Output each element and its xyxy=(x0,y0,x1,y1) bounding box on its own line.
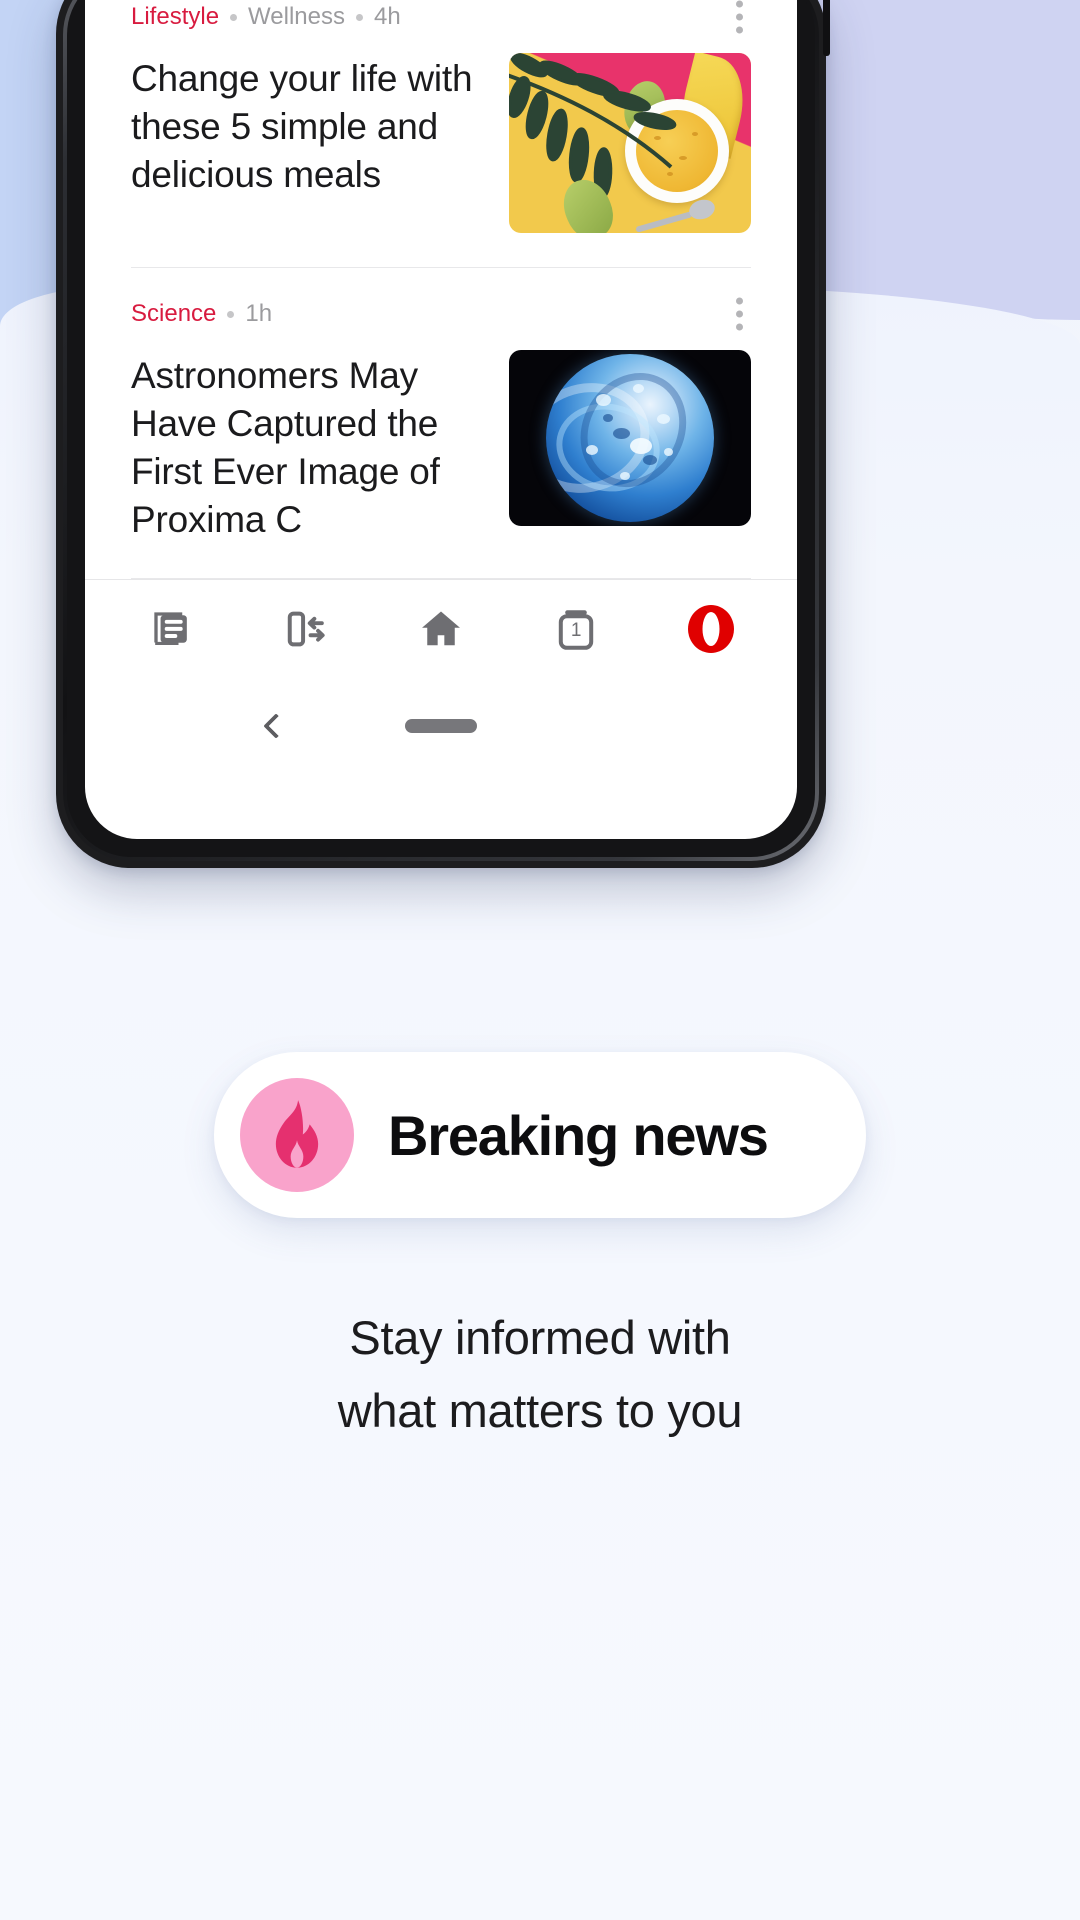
nav-item-news[interactable] xyxy=(103,604,238,654)
nav-item-home[interactable] xyxy=(373,604,508,654)
breaking-news-badge[interactable]: Breaking news xyxy=(214,1052,866,1218)
opera-logo-icon xyxy=(688,605,734,653)
flow-sync-icon xyxy=(281,604,331,654)
kebab-menu-icon[interactable] xyxy=(728,0,751,38)
article-card[interactable]: Science 1h Astronomers May Have Captured… xyxy=(131,268,751,579)
nav-item-tabs[interactable]: 1 xyxy=(509,605,644,653)
flame-icon xyxy=(262,1098,332,1172)
meta-separator-dot xyxy=(227,311,234,318)
planet-bubble xyxy=(613,428,630,439)
planet-bubble xyxy=(664,448,673,456)
news-feed: Lifestyle Wellness 4h Change your life w… xyxy=(85,0,797,579)
palm-frond-icon xyxy=(509,53,683,199)
article-meta: Science 1h xyxy=(131,302,751,326)
meta-separator-dot xyxy=(356,14,363,21)
phone-side-button xyxy=(823,0,830,56)
promo-tagline: Stay informed with what matters to you xyxy=(0,1302,1080,1448)
tagline-line-2: what matters to you xyxy=(0,1375,1080,1448)
planet-bubble xyxy=(630,438,652,454)
chevron-left-icon[interactable] xyxy=(263,714,288,739)
article-thumbnail-food[interactable] xyxy=(509,53,751,233)
article-title[interactable]: Astronomers May Have Captured the First … xyxy=(131,350,479,544)
nav-item-flow[interactable] xyxy=(238,604,373,654)
kebab-menu-icon[interactable] xyxy=(728,294,751,335)
planet-shape xyxy=(546,354,714,522)
android-gesture-bar xyxy=(85,678,797,774)
article-time: 1h xyxy=(245,302,272,326)
article-thumbnail-space[interactable] xyxy=(509,350,751,526)
article-card[interactable]: Lifestyle Wellness 4h Change your life w… xyxy=(131,0,751,268)
news-feed-icon xyxy=(146,604,196,654)
tabs-icon-wrapper: 1 xyxy=(552,605,600,653)
home-gesture-pill[interactable] xyxy=(405,719,477,733)
nav-item-opera-menu[interactable] xyxy=(644,605,779,653)
article-category[interactable]: Science xyxy=(131,302,216,326)
phone-inner-rim: Lifestyle Wellness 4h Change your life w… xyxy=(67,0,815,857)
breaking-news-label: Breaking news xyxy=(388,1103,768,1168)
promo-section: Breaking news Stay informed with what ma… xyxy=(0,1052,1080,1448)
article-title[interactable]: Change your life with these 5 simple and… xyxy=(131,53,479,199)
article-body: Astronomers May Have Captured the First … xyxy=(131,350,751,544)
tagline-line-1: Stay informed with xyxy=(0,1302,1080,1375)
planet-bubble xyxy=(586,445,598,455)
article-meta: Lifestyle Wellness 4h xyxy=(131,5,751,29)
meta-separator-dot xyxy=(230,14,237,21)
tab-count-label: 1 xyxy=(552,620,600,642)
home-icon xyxy=(416,604,466,654)
seed xyxy=(692,132,698,136)
flame-icon-circle xyxy=(240,1078,354,1192)
phone-mockup: Lifestyle Wellness 4h Change your life w… xyxy=(56,0,826,868)
article-time: 4h xyxy=(374,5,401,29)
phone-screen: Lifestyle Wellness 4h Change your life w… xyxy=(85,0,797,839)
article-source: Wellness xyxy=(248,5,345,29)
phone-rim: Lifestyle Wellness 4h Change your life w… xyxy=(63,0,819,861)
article-category[interactable]: Lifestyle xyxy=(131,5,219,29)
planet-bubble xyxy=(620,472,630,480)
article-body: Change your life with these 5 simple and… xyxy=(131,53,751,233)
bottom-navigation-bar: 1 xyxy=(85,580,797,678)
